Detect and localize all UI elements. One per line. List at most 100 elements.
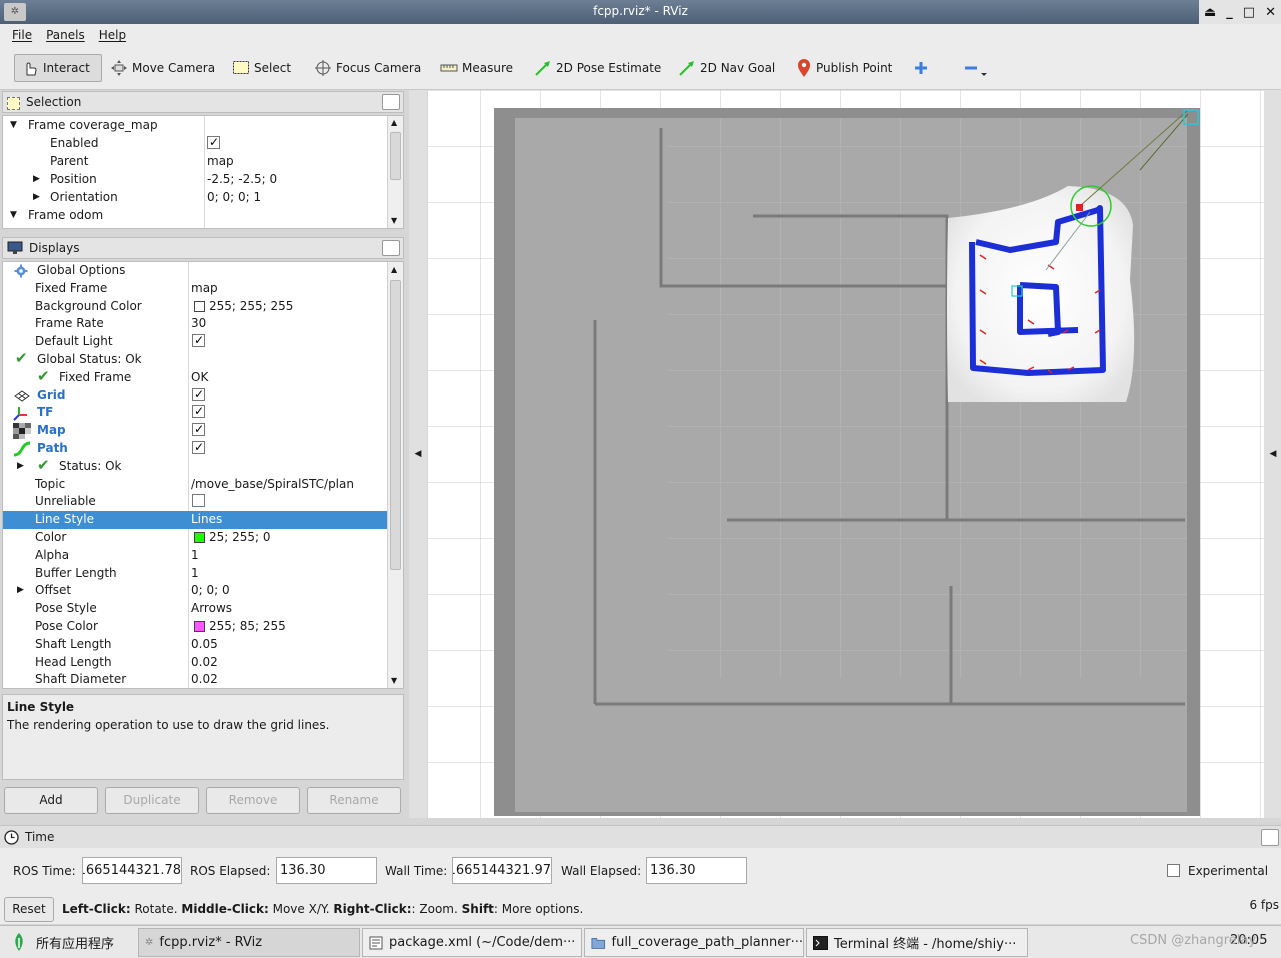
add-display-button[interactable]: Add <box>4 787 98 814</box>
tree-row[interactable]: Map <box>3 421 389 440</box>
tree-row[interactable]: ▶ Position -2.5; -2.5; 0 <box>3 171 389 189</box>
taskbar: 所有应用程序 ✲ fcpp.rviz* - RViz package.xml (… <box>0 925 1281 958</box>
tree-row[interactable]: Alpha 1 <box>3 547 389 565</box>
menu-panels[interactable]: Panels <box>46 28 85 42</box>
displays-undock-button[interactable] <box>382 240 400 256</box>
time-undock-button[interactable] <box>1261 829 1279 846</box>
background-color-swatch[interactable] <box>194 300 205 312</box>
tree-row[interactable]: Fixed Frame map <box>3 280 389 298</box>
folder-icon <box>591 937 606 949</box>
maximize-icon[interactable]: □ <box>1243 5 1255 20</box>
reset-button[interactable]: Reset <box>4 897 54 922</box>
select-tool-button[interactable]: Select <box>232 54 291 82</box>
collapse-left-panel-button[interactable]: ◀ <box>409 90 427 818</box>
menu-help[interactable]: Help <box>99 28 126 42</box>
interact-tool-button[interactable]: Interact <box>14 54 102 82</box>
tf-checkbox[interactable] <box>192 403 205 420</box>
color-swatch[interactable] <box>194 532 205 543</box>
menu-bar: File Panels Help <box>0 24 1281 46</box>
displays-scrollbar[interactable]: ▲ ▼ <box>387 262 403 688</box>
enabled-checkbox[interactable] <box>207 134 220 151</box>
grid-checkbox[interactable] <box>192 386 205 403</box>
ros-time-field[interactable]: 1665144321.78 <box>82 857 182 884</box>
tree-row[interactable]: ✔ Fixed Frame OK <box>3 367 389 387</box>
applications-menu[interactable]: 所有应用程序 <box>10 932 114 952</box>
tree-row[interactable]: Color 25; 255; 0 <box>3 529 389 547</box>
green-arrow-icon <box>679 61 694 76</box>
window-title: fcpp.rviz* - RViz <box>593 4 688 18</box>
check-icon: ✔ <box>37 455 50 474</box>
selection-panel-header: Selection <box>2 91 404 113</box>
publish-point-tool-button[interactable]: Publish Point <box>796 54 892 82</box>
experimental-checkbox[interactable] <box>1167 864 1180 877</box>
remove-display-button[interactable]: Remove <box>206 787 300 814</box>
tree-row[interactable]: Background Color 255; 255; 255 <box>3 298 389 316</box>
ros-elapsed-field[interactable]: 136.30 <box>276 857 377 884</box>
selection-tree: ▼Frame coverage_map Enabled Parentmap ▶P… <box>2 115 404 229</box>
tree-row[interactable]: Buffer Length 1 <box>3 565 389 583</box>
close-icon[interactable]: ✕ <box>1265 5 1276 20</box>
task-file-manager[interactable]: full_coverage_path_planner··· <box>584 928 804 957</box>
plus-icon <box>915 62 927 74</box>
selection-icon <box>7 96 20 110</box>
map-icon <box>13 423 31 440</box>
focus-camera-tool-button[interactable]: Focus Camera <box>314 54 421 82</box>
task-editor[interactable]: package.xml (~/Code/dem··· <box>362 928 582 957</box>
tree-row[interactable]: ▶ Orientation 0; 0; 0; 1 <box>3 189 389 207</box>
tree-row[interactable]: Global Options <box>3 262 389 280</box>
tree-row[interactable]: Pose Style Arrows <box>3 600 389 618</box>
monitor-icon <box>7 241 23 254</box>
tree-row[interactable]: Unreliable <box>3 493 389 511</box>
tree-row[interactable]: ▼ Frame odom <box>3 207 389 225</box>
unreliable-checkbox[interactable] <box>192 494 205 508</box>
map-checkbox[interactable] <box>192 421 205 438</box>
nav-goal-tool-button[interactable]: 2D Nav Goal <box>678 54 775 82</box>
tree-row[interactable]: Frame Rate 30 <box>3 315 389 333</box>
rename-display-button[interactable]: Rename <box>307 787 401 814</box>
render-viewport[interactable] <box>428 90 1264 818</box>
tree-row-selected[interactable]: Line Style Lines <box>3 511 389 529</box>
tree-row[interactable]: TF <box>3 403 389 422</box>
displays-panel-header: Displays <box>2 237 404 259</box>
tree-row[interactable]: Path <box>3 439 389 458</box>
tree-row[interactable]: Parent map <box>3 153 389 171</box>
default-light-checkbox[interactable] <box>192 332 205 349</box>
title-bar: ✲ fcpp.rviz* - RViz ⏏ _ □ ✕ <box>0 0 1281 24</box>
selection-scrollbar[interactable]: ▲ ▼ <box>387 116 403 228</box>
tree-row[interactable]: Enabled <box>3 134 389 153</box>
tree-row[interactable]: Shaft Diameter 0.02 <box>3 671 389 688</box>
tree-row[interactable]: ▼ Frame coverage_map <box>3 117 389 135</box>
duplicate-display-button[interactable]: Duplicate <box>105 787 199 814</box>
path-icon <box>13 441 31 457</box>
tree-row[interactable]: ✔ Global Status: Ok <box>3 350 389 369</box>
toolbar: Interact Move Camera Select Focus Camera… <box>0 46 1281 90</box>
menu-file[interactable]: File <box>12 28 32 42</box>
move-camera-icon <box>111 60 127 76</box>
measure-tool-button[interactable]: Measure <box>440 54 513 82</box>
move-camera-tool-button[interactable]: Move Camera <box>110 54 215 82</box>
remove-tool-button[interactable] <box>962 54 988 82</box>
map-pin-icon <box>798 59 810 77</box>
selection-undock-button[interactable] <box>382 94 400 110</box>
tree-row[interactable]: Grid <box>3 386 389 405</box>
task-rviz[interactable]: ✲ fcpp.rviz* - RViz <box>138 928 360 957</box>
shade-icon[interactable]: ⏏ <box>1204 5 1216 20</box>
add-tool-button[interactable] <box>912 54 930 82</box>
wall-time-field[interactable]: 1665144321.97 <box>452 857 552 884</box>
wall-elapsed-field[interactable]: 136.30 <box>646 857 747 884</box>
tree-row[interactable]: ▶ Offset 0; 0; 0 <box>3 582 389 600</box>
tree-row[interactable]: ▶ ✔ Status: Ok <box>3 455 389 476</box>
description-title: Line Style <box>7 700 75 714</box>
path-checkbox[interactable] <box>192 439 205 456</box>
collapse-right-panel-button[interactable]: ◀ <box>1264 90 1281 818</box>
task-terminal[interactable]: Terminal 终端 - /home/shiy··· <box>806 928 1028 957</box>
tree-row[interactable]: Topic/move_base/SpiralSTC/plan <box>3 476 389 494</box>
pose-color-swatch[interactable] <box>194 621 205 632</box>
tree-row[interactable]: Shaft Length 0.05 <box>3 636 389 654</box>
tree-row[interactable]: Head Length 0.02 <box>3 654 389 672</box>
pose-estimate-tool-button[interactable]: 2D Pose Estimate <box>534 54 661 82</box>
window-controls: ⏏ _ □ ✕ <box>1199 0 1281 24</box>
minimize-icon[interactable]: _ <box>1226 5 1233 20</box>
tree-row[interactable]: Pose Color 255; 85; 255 <box>3 618 389 636</box>
tree-row[interactable]: Default Light <box>3 332 389 351</box>
